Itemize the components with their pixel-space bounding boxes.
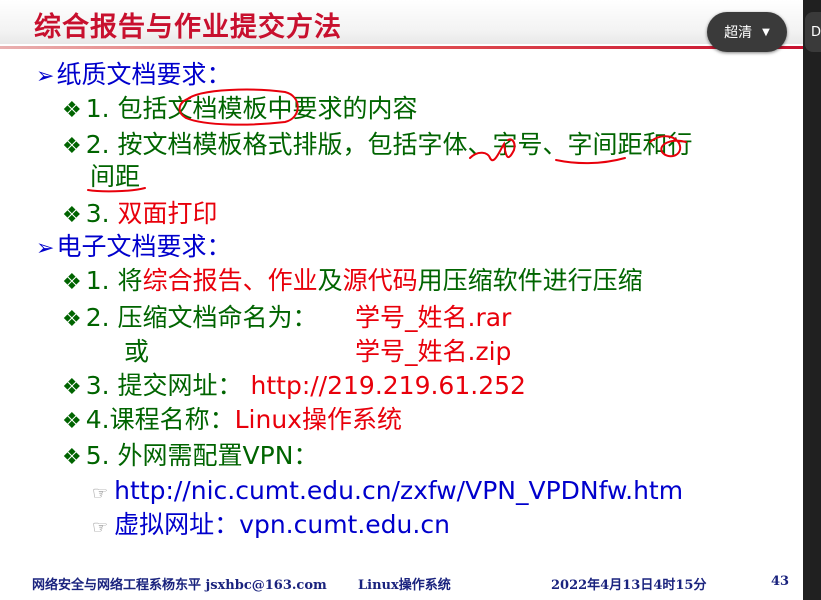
item-number: 1.	[85, 94, 110, 123]
section-heading-electronic: ➢电子文档要求：	[36, 232, 231, 264]
diamond-bullet-icon: ❖	[62, 98, 82, 123]
player-edge-strip	[803, 0, 821, 600]
highlight-text: 、	[242, 266, 268, 295]
diamond-bullet-icon: ❖	[62, 307, 82, 332]
item-number: 3.	[85, 199, 110, 228]
diamond-bullet-icon: ❖	[62, 134, 82, 159]
diamond-bullet-icon: ❖	[62, 445, 82, 470]
sub-list-item: ☞ http://nic.cumt.edu.cn/zxfw/VPN_VPDNfw.…	[92, 476, 683, 509]
diamond-bullet-icon: ❖	[62, 203, 82, 228]
item-label: 课程名称：	[109, 405, 235, 434]
footer-course: Linux操作系统	[358, 578, 451, 593]
item-number: 2.	[85, 303, 110, 332]
vpn-info-link[interactable]: http://nic.cumt.edu.cn/zxfw/VPN_VPDNfw.h…	[114, 476, 683, 505]
list-item: ❖ 3. 双面打印	[62, 199, 218, 231]
item-number: 2.	[85, 130, 110, 159]
item-label: 压缩文档命名为：	[117, 303, 318, 332]
section-heading-text: 纸质文档要求：	[56, 60, 232, 89]
caret-down-icon: ▼	[762, 26, 770, 38]
highlight-text: 作业	[267, 266, 318, 295]
arrow-bullet-icon: ➢	[36, 64, 55, 89]
item-text: 按文档模板格式排版，包括字体、字号、字间距和行	[117, 130, 693, 159]
player-side-button[interactable]: D	[805, 12, 821, 52]
sub-item-label: 虚拟网址：	[114, 510, 240, 539]
diamond-bullet-icon: ❖	[62, 409, 82, 434]
filename-zip: 学号_姓名.zip	[355, 337, 512, 366]
slide: 综合报告与作业提交方法 ➢纸质文档要求： ❖ 1. 包括文档模板中要求的内容 ❖ 2…	[0, 0, 803, 600]
section-heading-paper: ➢纸质文档要求：	[36, 60, 231, 92]
item-number: 5.	[85, 441, 110, 470]
sub-list-item: ☞ 虚拟网址：vpn.cumt.edu.cn	[92, 510, 450, 543]
list-item: ❖ 5. 外网需配置VPN：	[62, 441, 318, 473]
item-text: 将	[117, 266, 143, 295]
diamond-bullet-icon: ❖	[62, 375, 82, 400]
course-name: Linux操作系统	[234, 405, 402, 434]
section-heading-text: 电子文档要求：	[56, 232, 232, 261]
footer-date: 2022年4月13日4时15分	[551, 578, 707, 593]
submit-url-link[interactable]: http://219.219.61.252	[251, 371, 526, 400]
vpn-address-link[interactable]: vpn.cumt.edu.cn	[239, 510, 450, 539]
list-item: ❖ 3. 提交网址： http://219.219.61.252	[62, 371, 526, 403]
slide-title: 综合报告与作业提交方法	[34, 12, 342, 43]
item-text: 包括文档模板中要求的内容	[117, 94, 418, 123]
slide-title-bar: 综合报告与作业提交方法	[0, 0, 803, 44]
diamond-bullet-icon: ❖	[62, 270, 82, 295]
list-item-continuation: 间距	[90, 162, 141, 191]
title-divider	[0, 46, 803, 49]
item-number: 3.	[85, 371, 110, 400]
footer-author: 网络安全与网络工程系杨东平 jsxhbc@163.com	[32, 578, 327, 593]
pointing-hand-icon: ☞	[92, 483, 109, 504]
highlight-text: 源代码	[342, 266, 418, 295]
list-item: ❖ 1. 将综合报告、作业及源代码用压缩软件进行压缩	[62, 266, 643, 298]
arrow-bullet-icon: ➢	[36, 236, 55, 261]
item-text: 双面打印	[117, 199, 218, 228]
pointing-hand-icon: ☞	[92, 517, 109, 538]
item-number: 4.	[85, 405, 110, 434]
item-text: 用压缩软件进行压缩	[417, 266, 643, 295]
highlight-text: 综合报告	[142, 266, 243, 295]
item-label: 外网需配置VPN：	[117, 441, 319, 470]
quality-label: 超清	[724, 25, 753, 41]
list-item: ❖ 2. 按文档模板格式排版，包括字体、字号、字间距和行	[62, 130, 693, 162]
item-text: 及	[317, 266, 343, 295]
filename-rar: 学号_姓名.rar	[355, 303, 512, 332]
page-number: 43	[771, 574, 790, 589]
side-button-label: D	[811, 24, 821, 40]
quality-select-button[interactable]: 超清 ▼	[707, 12, 787, 52]
list-item: ❖ 2. 压缩文档命名为：	[62, 303, 318, 335]
list-item: ❖ 1. 包括文档模板中要求的内容	[62, 94, 418, 126]
item-number: 1.	[85, 266, 110, 295]
item-label: 提交网址：	[117, 371, 243, 400]
or-label: 或	[124, 337, 150, 366]
list-item: ❖ 4.课程名称：Linux操作系统	[62, 405, 402, 437]
